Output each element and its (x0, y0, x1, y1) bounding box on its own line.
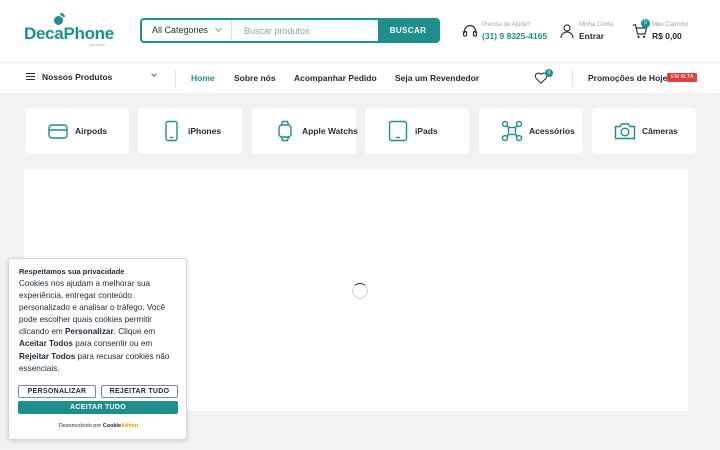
category-card-cameras[interactable]: Câmeras (592, 108, 696, 154)
category-label: Apple Watchs (302, 126, 358, 136)
airpods-case-icon (48, 124, 68, 139)
logo-tagline: Since 2011 (90, 43, 105, 47)
category-label: Câmeras (642, 126, 678, 136)
nav-link-home[interactable]: Home (191, 73, 215, 83)
tablet-icon (388, 120, 408, 142)
help-phone[interactable]: (31) 9 8325-4165 (482, 31, 547, 41)
nav-link-reseller[interactable]: Seja um Revendedor (395, 73, 479, 83)
category-label: Acessórios (529, 126, 575, 136)
powered-by[interactable]: Desenvolvido por CookieAdmin (9, 423, 188, 429)
help-label: Precisa de Ajuda? (482, 22, 531, 28)
category-card-iphones[interactable]: iPhones (138, 108, 242, 154)
cookie-title: Respeitamos sua privacidade (19, 267, 125, 276)
cart-count-badge: 0 (641, 19, 650, 28)
category-label: iPhones (188, 126, 222, 136)
site-header: DecaPhone Since 2011 All Categories BUSC… (0, 0, 720, 62)
category-select[interactable]: All Categories (142, 20, 232, 41)
cart-label: Meu Carrinho (652, 22, 689, 28)
user-icon (560, 24, 574, 39)
cookie-consent-dialog: Respeitamos sua privacidade Cookies nos … (8, 258, 187, 440)
category-card-ipads[interactable]: iPads (365, 108, 469, 154)
headset-icon (462, 24, 478, 37)
watch-icon (278, 120, 292, 142)
logo[interactable]: DecaPhone Since 2011 (24, 13, 114, 47)
divider (572, 70, 573, 87)
nav-link-promotions[interactable]: Promoções de Hoje (588, 73, 667, 83)
search-bar: All Categories BUSCAR (140, 18, 440, 43)
hamburger-icon (26, 73, 35, 80)
wishlist-count-badge: 0 (545, 69, 553, 77)
category-label: Airpods (75, 126, 108, 136)
category-card-accessories[interactable]: Acessórios (479, 108, 583, 154)
account-label: Minha Conta (579, 22, 614, 28)
category-card-apple-watchs[interactable]: Apple Watchs (252, 108, 358, 154)
cookie-message: Cookies nos ajudam a melhorar sua experi… (19, 279, 170, 373)
trending-badge: EM ALTA (667, 73, 698, 82)
search-input[interactable] (234, 20, 380, 41)
nav-link-about[interactable]: Sobre nós (234, 73, 276, 83)
category-card-airpods[interactable]: Airpods (25, 108, 129, 154)
nav-link-track-order[interactable]: Acompanhar Pedido (294, 73, 377, 83)
camera-icon (614, 123, 636, 140)
loading-spinner-icon (352, 283, 368, 299)
main-navigation: Nossos Produtos Home Sobre nós Acompanha… (0, 62, 720, 93)
chevron-down-icon (214, 24, 223, 33)
category-select-value: All Categories (152, 25, 209, 35)
category-label: iPads (415, 126, 438, 136)
accessories-icon (501, 120, 523, 142)
phone-icon (165, 120, 178, 142)
divider (175, 70, 176, 87)
reject-all-button[interactable]: REJEITAR TUDO (101, 385, 178, 398)
logo-text: DecaPhone (24, 24, 114, 43)
personalize-button[interactable]: PERSONALIZAR (18, 385, 96, 398)
cart-total: R$ 0,00 (652, 31, 682, 41)
account-login[interactable]: Entrar (579, 31, 604, 41)
accept-all-button[interactable]: ACEITAR TUDO (18, 401, 178, 414)
search-button[interactable]: BUSCAR (378, 20, 438, 41)
products-menu-label: Nossos Produtos (42, 72, 113, 82)
chevron-down-icon (151, 71, 157, 77)
cookieadmin-logo: CookieAdmin (102, 423, 139, 429)
